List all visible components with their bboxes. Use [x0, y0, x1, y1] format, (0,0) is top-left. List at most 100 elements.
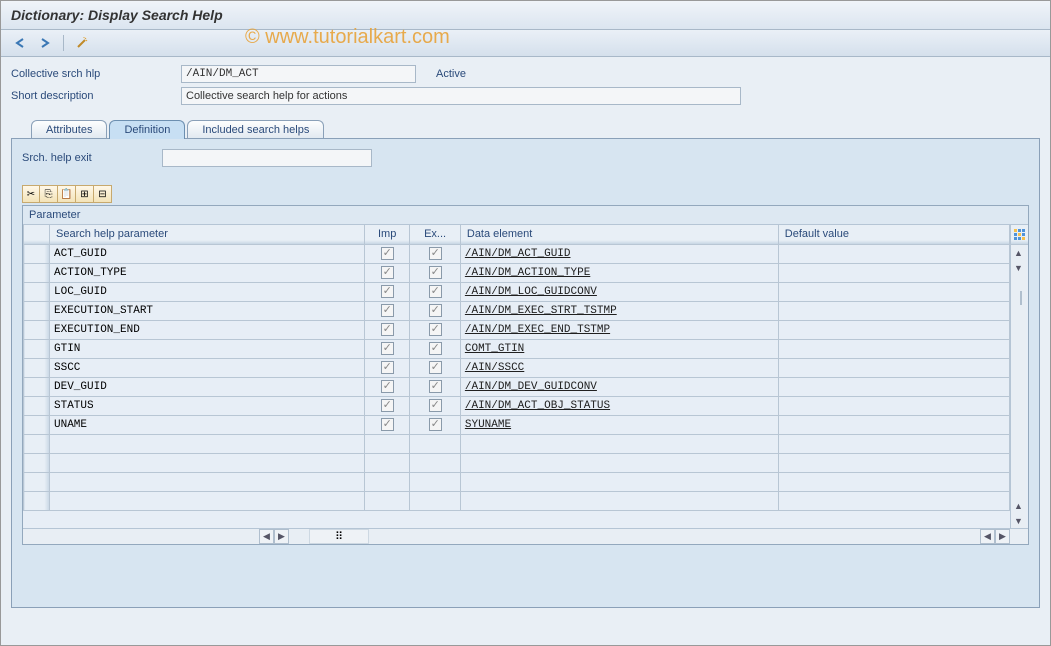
data-element-link[interactable]: SYUNAME — [465, 419, 511, 431]
paste-button[interactable]: 📋 — [58, 185, 76, 203]
wand-button[interactable] — [72, 34, 92, 52]
exp-checkbox[interactable] — [429, 380, 442, 393]
exp-checkbox[interactable] — [429, 418, 442, 431]
exp-checkbox[interactable] — [429, 361, 442, 374]
exp-checkbox[interactable] — [429, 399, 442, 412]
cut-button[interactable]: ✂ — [22, 185, 40, 203]
back-button[interactable] — [11, 34, 31, 52]
default-value-input[interactable] — [779, 283, 1009, 301]
collective-input[interactable] — [181, 65, 416, 83]
data-element-link[interactable]: /AIN/DM_ACTION_TYPE — [465, 267, 590, 279]
tab-definition[interactable]: Definition — [109, 120, 185, 139]
scroll-up2-button[interactable]: ▲ — [1011, 498, 1026, 513]
copy-button[interactable]: ⎘ — [40, 185, 58, 203]
data-element-link[interactable]: /AIN/DM_ACT_OBJ_STATUS — [465, 400, 610, 412]
param-input[interactable] — [50, 454, 364, 472]
imp-checkbox[interactable] — [381, 285, 394, 298]
exp-checkbox[interactable] — [429, 304, 442, 317]
param-input[interactable] — [50, 435, 364, 453]
exp-checkbox[interactable] — [429, 342, 442, 355]
scroll-up-button[interactable]: ▲ — [1011, 245, 1026, 260]
default-value-input[interactable] — [779, 340, 1009, 358]
default-value-input[interactable] — [779, 492, 1009, 510]
imp-checkbox[interactable] — [381, 342, 394, 355]
imp-checkbox[interactable] — [381, 399, 394, 412]
col-selector[interactable] — [24, 225, 50, 244]
scroll-down-button[interactable]: ▼ — [1011, 260, 1026, 275]
row-selector[interactable] — [24, 301, 50, 320]
param-input[interactable] — [50, 397, 364, 415]
row-selector[interactable] — [24, 358, 50, 377]
exp-checkbox[interactable] — [429, 266, 442, 279]
hscroll-thumb-1[interactable]: ⠿ — [309, 529, 369, 544]
param-input[interactable] — [50, 321, 364, 339]
tab-included[interactable]: Included search helps — [187, 120, 324, 139]
data-element-link[interactable]: COMT_GTIN — [465, 343, 524, 355]
param-input[interactable] — [50, 378, 364, 396]
row-selector[interactable] — [24, 320, 50, 339]
scroll-thumb[interactable] — [1020, 291, 1022, 305]
configure-columns-button[interactable] — [1010, 225, 1028, 245]
default-value-input[interactable] — [779, 454, 1009, 472]
imp-checkbox[interactable] — [381, 418, 394, 431]
default-value-input[interactable] — [779, 473, 1009, 491]
row-selector[interactable] — [24, 472, 50, 491]
default-value-input[interactable] — [779, 435, 1009, 453]
default-value-input[interactable] — [779, 359, 1009, 377]
col-header-def[interactable]: Default value — [778, 225, 1009, 244]
data-element-link[interactable]: /AIN/DM_EXEC_STRT_TSTMP — [465, 305, 617, 317]
exp-checkbox[interactable] — [429, 285, 442, 298]
param-input[interactable] — [50, 264, 364, 282]
default-value-input[interactable] — [779, 321, 1009, 339]
imp-checkbox[interactable] — [381, 266, 394, 279]
default-value-input[interactable] — [779, 416, 1009, 434]
default-value-input[interactable] — [779, 245, 1009, 263]
imp-checkbox[interactable] — [381, 304, 394, 317]
param-input[interactable] — [50, 340, 364, 358]
param-input[interactable] — [50, 245, 364, 263]
data-element-link[interactable]: /AIN/DM_LOC_GUIDCONV — [465, 286, 597, 298]
row-selector[interactable] — [24, 282, 50, 301]
data-element-link[interactable]: /AIN/DM_EXEC_END_TSTMP — [465, 324, 610, 336]
vertical-scrollbar[interactable]: ▲ ▼ ▲ ▼ — [1010, 245, 1026, 528]
hscroll-left-1[interactable]: ◀ — [259, 529, 274, 544]
data-element-link[interactable]: /AIN/DM_ACT_GUID — [465, 248, 571, 260]
imp-checkbox[interactable] — [381, 380, 394, 393]
row-selector[interactable] — [24, 263, 50, 282]
exp-checkbox[interactable] — [429, 323, 442, 336]
row-selector[interactable] — [24, 244, 50, 263]
hscroll-left-2[interactable]: ◀ — [980, 529, 995, 544]
col-header-imp[interactable]: Imp — [365, 225, 410, 244]
imp-checkbox[interactable] — [381, 323, 394, 336]
param-input[interactable] — [50, 416, 364, 434]
hscroll-right-2[interactable]: ▶ — [995, 529, 1010, 544]
col-header-exp[interactable]: Ex... — [410, 225, 461, 244]
insert-row-button[interactable]: ⊞ — [76, 185, 94, 203]
row-selector[interactable] — [24, 491, 50, 510]
param-input[interactable] — [50, 492, 364, 510]
param-input[interactable] — [50, 359, 364, 377]
row-selector[interactable] — [24, 377, 50, 396]
default-value-input[interactable] — [779, 378, 1009, 396]
col-header-param[interactable]: Search help parameter — [50, 225, 365, 244]
param-input[interactable] — [50, 283, 364, 301]
default-value-input[interactable] — [779, 302, 1009, 320]
data-element-link[interactable]: /AIN/DM_DEV_GUIDCONV — [465, 381, 597, 393]
hscroll-right-1[interactable]: ▶ — [274, 529, 289, 544]
row-selector[interactable] — [24, 453, 50, 472]
row-selector[interactable] — [24, 396, 50, 415]
tab-attributes[interactable]: Attributes — [31, 120, 107, 139]
scroll-down2-button[interactable]: ▼ — [1011, 513, 1026, 528]
row-selector[interactable] — [24, 339, 50, 358]
row-selector[interactable] — [24, 415, 50, 434]
imp-checkbox[interactable] — [381, 361, 394, 374]
default-value-input[interactable] — [779, 264, 1009, 282]
col-header-de[interactable]: Data element — [460, 225, 778, 244]
forward-button[interactable] — [35, 34, 55, 52]
delete-row-button[interactable]: ⊟ — [94, 185, 112, 203]
shortdesc-input[interactable] — [181, 87, 741, 105]
data-element-link[interactable]: /AIN/SSCC — [465, 362, 524, 374]
row-selector[interactable] — [24, 434, 50, 453]
default-value-input[interactable] — [779, 397, 1009, 415]
param-input[interactable] — [50, 302, 364, 320]
